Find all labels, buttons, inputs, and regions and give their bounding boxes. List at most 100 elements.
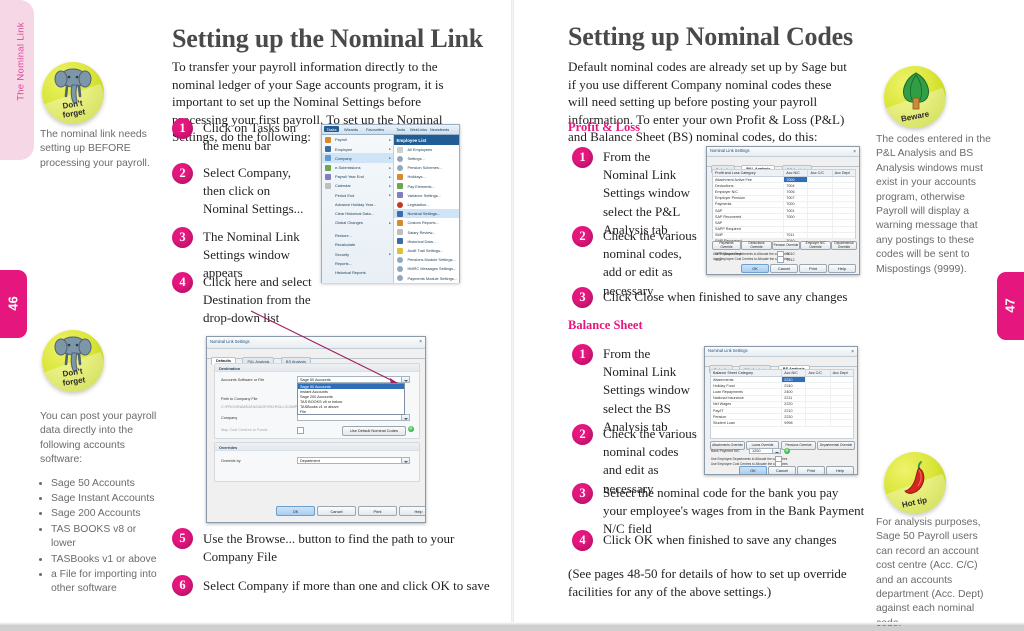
company-select[interactable] — [297, 414, 410, 421]
print-button[interactable]: Print — [799, 264, 827, 273]
pl-step-bullet-3: 3 — [572, 287, 593, 308]
page-title-left: Setting up the Nominal Link — [172, 24, 484, 53]
departmental-override-button[interactable]: Departmental Override — [817, 441, 855, 450]
submenu-item-pension-schemes[interactable]: Pension Schemes... — [394, 163, 459, 172]
cancel-button[interactable]: Cancel — [770, 264, 798, 273]
menu-item-payroll-year-end[interactable]: Payroll Year End ▸ — [322, 172, 393, 181]
departmental-override-button[interactable]: Departmental Override — [831, 241, 857, 250]
submenu-item-historical-data[interactable]: Historical Data... — [394, 236, 459, 245]
close-icon[interactable]: × — [419, 338, 422, 346]
menu-item-payroll[interactable]: Payroll ▸ — [322, 135, 393, 144]
pension-override-button[interactable]: Pension Override — [772, 241, 800, 250]
submenu-item-settings[interactable]: Settings... — [394, 154, 459, 163]
submenu-item-custom-reports[interactable]: Custom Reports... — [394, 218, 459, 227]
destination-group: Destination Accounts Software or File Sa… — [214, 363, 420, 439]
menu-bar[interactable]: Tasks Wizards Favourites Tools WebLinks … — [322, 125, 459, 135]
menu-item-period-end[interactable]: Period End ▸ — [322, 190, 393, 199]
chevron-right-icon: ▸ — [389, 156, 391, 161]
menubar-item-wizards[interactable]: Wizards — [344, 127, 358, 132]
use-employee-cost-centres-checkbox[interactable] — [777, 256, 784, 263]
help-icon[interactable]: ? — [408, 426, 414, 432]
map-cost-centres-checkbox[interactable] — [297, 427, 304, 434]
use-default-nominal-codes-button[interactable]: Use Default Nominal Codes — [342, 425, 406, 436]
chevron-down-icon[interactable] — [401, 415, 409, 420]
menubar-item-tasks[interactable]: Tasks — [324, 126, 340, 133]
menu-item-calendar[interactable]: Calendar ▸ — [322, 181, 393, 190]
menubar-item-newsfeeds[interactable]: Newsfeeds — [430, 127, 449, 132]
employer-nc-override-button[interactable]: Employer N/C Override — [800, 241, 831, 250]
override-by-select[interactable]: Department — [297, 457, 410, 464]
chevron-right-icon: ▸ — [389, 174, 391, 179]
submenu-item-holidays[interactable]: Holidays... — [394, 172, 459, 181]
dropdown-option[interactable]: File — [298, 409, 404, 414]
menu-item-restore[interactable]: Restore... — [322, 231, 393, 240]
submenu-item-nominal-settings[interactable]: Nominal Settings... — [394, 208, 459, 218]
deductions-override-button[interactable]: Deductions Override — [741, 241, 772, 250]
menu-item-historical-reports[interactable]: Historical Reports — [322, 268, 393, 277]
submenu-item-all-employees[interactable]: All Employees — [394, 145, 459, 154]
sage-menu-screenshot[interactable]: Tasks Wizards Favourites Tools WebLinks … — [321, 124, 460, 283]
menubar-item-tools[interactable]: Tools — [396, 127, 405, 132]
ok-button[interactable]: OK — [741, 264, 769, 273]
print-button[interactable]: Print — [358, 506, 397, 516]
dialog-titlebar: Nominal Link Settings × — [705, 347, 857, 357]
footer-note-right: (See pages 48-50 for details of how to s… — [568, 566, 847, 600]
help-button[interactable]: Help — [828, 264, 856, 273]
cancel-button[interactable]: Cancel — [768, 466, 796, 474]
print-button[interactable]: Print — [797, 466, 825, 474]
bank-payment-nc-field[interactable]: 1200 — [749, 447, 781, 454]
accounts-software-select[interactable]: Sage 50 Accounts — [297, 376, 410, 383]
dialog-tabs[interactable]: Defaults P&L Analysis BS Analysis — [705, 357, 857, 373]
menu-item-clear-historical-data[interactable]: Clear Historical Data... — [322, 209, 393, 218]
dont-forget-badge-top: Don't forget — [42, 62, 104, 124]
submenu-item-pay-elements[interactable]: Pay Elements... — [394, 181, 459, 190]
help-button[interactable]: Help — [826, 466, 854, 474]
menu-item-employee[interactable]: Employee ▸ — [322, 144, 393, 153]
menu-item-esubmissions[interactable]: e-Submissions ▸ — [322, 163, 393, 172]
column-header-acc-nc: Acc N/C — [782, 370, 807, 376]
chapter-tab[interactable]: The Nominal Link — [0, 0, 34, 160]
table-row[interactable]: Student Loan 9998 — [711, 420, 853, 427]
submenu-item-payments-module-settings[interactable]: Payments Module Settings... — [394, 273, 459, 282]
chevron-down-icon[interactable] — [401, 458, 409, 463]
ok-button[interactable]: OK — [739, 466, 767, 474]
accounts-software-dropdown-list[interactable]: Sage 50 Accounts Instant Accounts Sage 2… — [297, 383, 405, 415]
menubar-item-weblinks[interactable]: WebLinks — [410, 127, 427, 132]
submenu-item-audit-trail-settings[interactable]: Audit Trail Settings... — [394, 246, 459, 255]
nominal-link-settings-dialog-defaults[interactable]: Nominal Link Settings × Defaults P&L Ana… — [206, 336, 426, 523]
menu-item-company[interactable]: Company ▸ — [322, 153, 394, 163]
bs-category-grid[interactable]: Balance Sheet Category Acc N/C Acc C/C A… — [710, 369, 854, 439]
nominal-link-settings-dialog-pl[interactable]: Nominal Link Settings × Defaults P&L Ana… — [706, 146, 860, 275]
tasks-menu-column[interactable]: Payroll ▸ Employee ▸ Company ▸ e-Submission… — [322, 135, 395, 283]
note-text-beware: The codes entered in the P&L Analysis an… — [876, 134, 991, 275]
menu-item-recalculate[interactable]: Recalculate — [322, 240, 393, 249]
menubar-item-favourites[interactable]: Favourites — [366, 127, 384, 132]
submenu-item-legislation[interactable]: Legislation... — [394, 200, 459, 209]
menu-item-security[interactable]: Security ▸ — [322, 249, 393, 258]
submenu-item-salary-review[interactable]: Salary Review... — [394, 227, 459, 236]
submenu-item-variance-settings[interactable]: Variance Settings... — [394, 190, 459, 199]
help-button[interactable]: Help — [399, 506, 425, 516]
submenu-item-pensions-module-settings[interactable]: Pensions Module Settings... — [394, 255, 459, 264]
help-icon[interactable]: ? — [784, 447, 790, 454]
step-text-2: Select Company, then click on Nominal Se… — [203, 165, 304, 217]
company-submenu-column[interactable]: Employee List All Employees Settings... … — [394, 135, 459, 283]
nominal-link-settings-dialog-bs[interactable]: Nominal Link Settings × Defaults P&L Ana… — [704, 346, 858, 475]
step-bullet-5: 5 — [172, 528, 193, 549]
pl-category-grid[interactable]: Profit and Loss Category Acc N/C Acc C/C… — [712, 169, 856, 264]
menu-item-advance-holiday-year[interactable]: Advance Holiday Year... — [322, 199, 393, 208]
chevron-down-icon[interactable] — [772, 448, 780, 453]
close-icon[interactable]: × — [851, 348, 854, 356]
payments-override-button[interactable]: Payments Override — [712, 241, 741, 250]
menu-item-reports[interactable]: Reports... — [322, 258, 393, 267]
column-header-acc-cc: Acc C/C — [806, 370, 831, 376]
submenu-item-hmrc-messages-settings[interactable]: HMRC Messages Settings... — [394, 264, 459, 273]
chevron-down-icon[interactable] — [401, 377, 409, 382]
label-company: Company — [221, 416, 238, 420]
cancel-button[interactable]: Cancel — [317, 506, 356, 516]
menu-item-global-changes[interactable]: Global Changes ▸ — [322, 218, 393, 227]
ok-button[interactable]: OK — [276, 506, 315, 516]
close-icon[interactable]: × — [853, 148, 856, 156]
dialog-tabs[interactable]: Defaults P&L Analysis BS Analysis — [707, 157, 859, 173]
dialog-tabs[interactable]: Defaults P&L Analysis BS Analysis — [207, 349, 425, 365]
